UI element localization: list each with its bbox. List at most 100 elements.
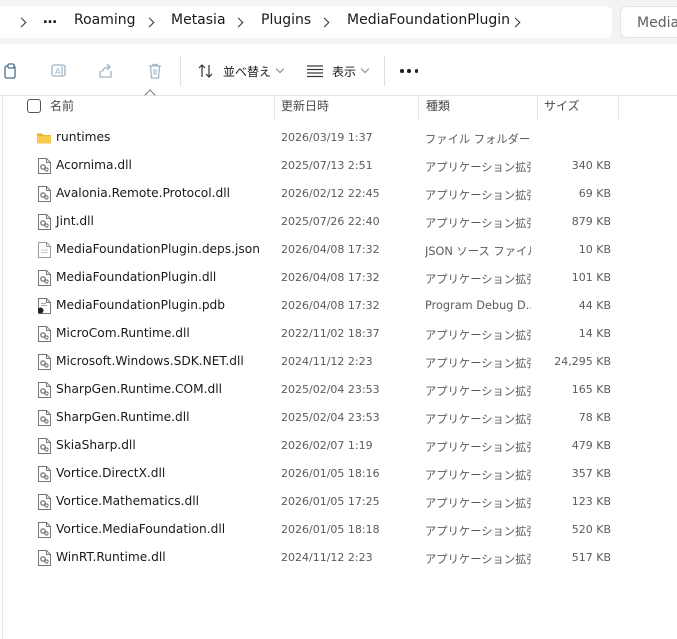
column-header-name[interactable]: 名前 bbox=[50, 96, 74, 120]
file-row[interactable]: Avalonia.Remote.Protocol.dll 2026/02/12 2… bbox=[0, 180, 677, 208]
file-name: Vortice.DirectX.dll bbox=[56, 466, 166, 480]
file-size: 69 KB bbox=[578, 187, 611, 200]
file-type: Program Debug D... bbox=[425, 299, 531, 312]
file-size: 123 KB bbox=[571, 495, 611, 508]
dll-icon bbox=[38, 466, 51, 482]
address-bar[interactable]: … Roaming Metasia Plugins MediaFoundatio… bbox=[0, 6, 612, 38]
view-label: 表示 bbox=[332, 64, 357, 79]
column-header-date[interactable]: 更新日時 bbox=[281, 96, 329, 120]
file-name: MediaFoundationPlugin.deps.json bbox=[56, 242, 260, 256]
command-bar: A 並べ替え 表示 bbox=[0, 44, 677, 96]
file-name: MediaFoundationPlugin.pdb bbox=[56, 298, 226, 312]
file-row[interactable]: Vortice.MediaFoundation.dll 2026/01/05 18… bbox=[0, 516, 677, 544]
file-date: 2025/02/04 23:53 bbox=[281, 411, 380, 424]
column-header-type[interactable]: 種類 bbox=[426, 96, 450, 120]
file-name: WinRT.Runtime.dll bbox=[56, 550, 166, 564]
file-date: 2025/07/26 22:40 bbox=[281, 215, 380, 228]
chevron-right-icon[interactable] bbox=[234, 17, 244, 27]
dll-icon bbox=[38, 158, 51, 174]
dll-icon bbox=[38, 550, 51, 566]
file-date: 2026/04/08 17:32 bbox=[281, 243, 380, 256]
file-name: MediaFoundationPlugin.dll bbox=[56, 270, 217, 284]
json-icon bbox=[38, 242, 51, 258]
file-date: 2024/11/12 2:23 bbox=[281, 551, 373, 564]
file-row[interactable]: Vortice.Mathematics.dll 2026/01/05 17:25 ア… bbox=[0, 488, 677, 516]
column-header-row: 名前 更新日時 種類 サイズ bbox=[0, 96, 677, 120]
file-row[interactable]: Jint.dll 2025/07/26 22:40 アプリケーション拡張 879 KB bbox=[0, 208, 677, 236]
breadcrumb-item-roaming[interactable]: Roaming bbox=[74, 12, 136, 28]
column-header-size[interactable]: サイズ bbox=[544, 96, 580, 120]
file-row[interactable]: runtimes 2026/03/19 1:37 ファイル フォルダー bbox=[0, 124, 677, 152]
file-type: アプリケーション拡張 bbox=[425, 441, 531, 454]
chevron-right-icon[interactable] bbox=[511, 17, 521, 27]
dll-icon bbox=[38, 354, 51, 370]
file-row[interactable]: SkiaSharp.dll 2026/02/07 1:19 アプリケーション拡張 47… bbox=[0, 432, 677, 460]
file-type: アプリケーション拡張 bbox=[425, 413, 531, 426]
breadcrumb-item-metasia[interactable]: Metasia bbox=[171, 12, 226, 28]
file-date: 2026/03/19 1:37 bbox=[281, 131, 373, 144]
file-row[interactable]: Acornima.dll 2025/07/13 2:51 アプリケーション拡張 340… bbox=[0, 152, 677, 180]
file-row[interactable]: SharpGen.Runtime.dll 2025/02/04 23:53 アプリケ… bbox=[0, 404, 677, 432]
file-type: アプリケーション拡張 bbox=[425, 189, 531, 202]
file-date: 2024/11/12 2:23 bbox=[281, 355, 373, 368]
chevron-down-icon bbox=[360, 64, 370, 74]
dll-icon bbox=[38, 326, 51, 342]
dll-icon bbox=[38, 214, 51, 230]
file-row[interactable]: MicroCom.Runtime.dll 2022/11/02 18:37 アプリケ… bbox=[0, 320, 677, 348]
file-date: 2022/11/02 18:37 bbox=[281, 327, 380, 340]
file-row[interactable]: Microsoft.Windows.SDK.NET.dll 2024/11/12 … bbox=[0, 348, 677, 376]
file-date: 2026/01/05 18:18 bbox=[281, 523, 380, 536]
svg-text:A: A bbox=[55, 67, 61, 76]
column-divider[interactable] bbox=[618, 96, 619, 120]
file-row[interactable]: MediaFoundationPlugin.deps.json 2026/04/0… bbox=[0, 236, 677, 264]
chevron-right-icon[interactable] bbox=[145, 17, 155, 27]
copy-icon[interactable] bbox=[2, 62, 20, 80]
column-divider[interactable] bbox=[418, 96, 419, 120]
dll-icon bbox=[38, 382, 51, 398]
toolbar-divider bbox=[384, 56, 385, 86]
file-date: 2026/02/12 22:45 bbox=[281, 187, 380, 200]
view-button[interactable]: 表示 bbox=[306, 60, 370, 82]
file-row[interactable]: MediaFoundationPlugin.dll 2026/04/08 17:3… bbox=[0, 264, 677, 292]
breadcrumb-item-mediafoundationplugin[interactable]: MediaFoundationPlugin bbox=[347, 12, 510, 28]
file-row[interactable]: MediaFoundationPlugin.pdb 2026/04/08 17:3… bbox=[0, 292, 677, 320]
folder-icon bbox=[37, 130, 51, 146]
dll-icon bbox=[38, 494, 51, 510]
file-type: アプリケーション拡張 bbox=[425, 525, 531, 538]
dll-icon bbox=[38, 410, 51, 426]
file-size: 479 KB bbox=[571, 439, 611, 452]
column-divider[interactable] bbox=[537, 96, 538, 120]
file-date: 2026/01/05 17:25 bbox=[281, 495, 380, 508]
file-name: SharpGen.Runtime.dll bbox=[56, 410, 190, 424]
file-date: 2025/07/13 2:51 bbox=[281, 159, 373, 172]
file-row[interactable]: WinRT.Runtime.dll 2024/11/12 2:23 アプリケーション… bbox=[0, 544, 677, 572]
file-size: 357 KB bbox=[571, 467, 611, 480]
file-size: 14 KB bbox=[578, 327, 611, 340]
search-box[interactable]: MediaF bbox=[620, 6, 677, 38]
file-row[interactable]: SharpGen.Runtime.COM.dll 2025/02/04 23:53… bbox=[0, 376, 677, 404]
file-name: Vortice.MediaFoundation.dll bbox=[56, 522, 226, 536]
column-divider[interactable] bbox=[274, 96, 275, 120]
chevron-right-icon[interactable] bbox=[17, 17, 27, 27]
file-size: 101 KB bbox=[571, 271, 611, 284]
rename-icon[interactable]: A bbox=[50, 62, 68, 80]
more-icon[interactable] bbox=[400, 69, 418, 73]
file-size: 10 KB bbox=[578, 243, 611, 256]
file-type: アプリケーション拡張 bbox=[425, 161, 531, 174]
file-date: 2026/01/05 18:16 bbox=[281, 467, 380, 480]
chevron-right-icon[interactable] bbox=[320, 17, 330, 27]
file-name: SkiaSharp.dll bbox=[56, 438, 136, 452]
delete-icon[interactable] bbox=[146, 62, 164, 80]
toolbar-divider bbox=[180, 56, 181, 86]
file-size: 24,295 KB bbox=[554, 355, 611, 368]
file-type: アプリケーション拡張 bbox=[425, 329, 531, 342]
share-icon[interactable] bbox=[97, 62, 115, 80]
sort-button[interactable]: 並べ替え bbox=[197, 60, 285, 82]
file-type: アプリケーション拡張 bbox=[425, 553, 531, 566]
breadcrumb-overflow[interactable]: … bbox=[43, 11, 58, 27]
file-name: Avalonia.Remote.Protocol.dll bbox=[56, 186, 230, 200]
breadcrumb-item-plugins[interactable]: Plugins bbox=[261, 12, 311, 28]
file-row[interactable]: Vortice.DirectX.dll 2026/01/05 18:16 アプリケー… bbox=[0, 460, 677, 488]
file-type: アプリケーション拡張 bbox=[425, 273, 531, 286]
file-name: Acornima.dll bbox=[56, 158, 132, 172]
